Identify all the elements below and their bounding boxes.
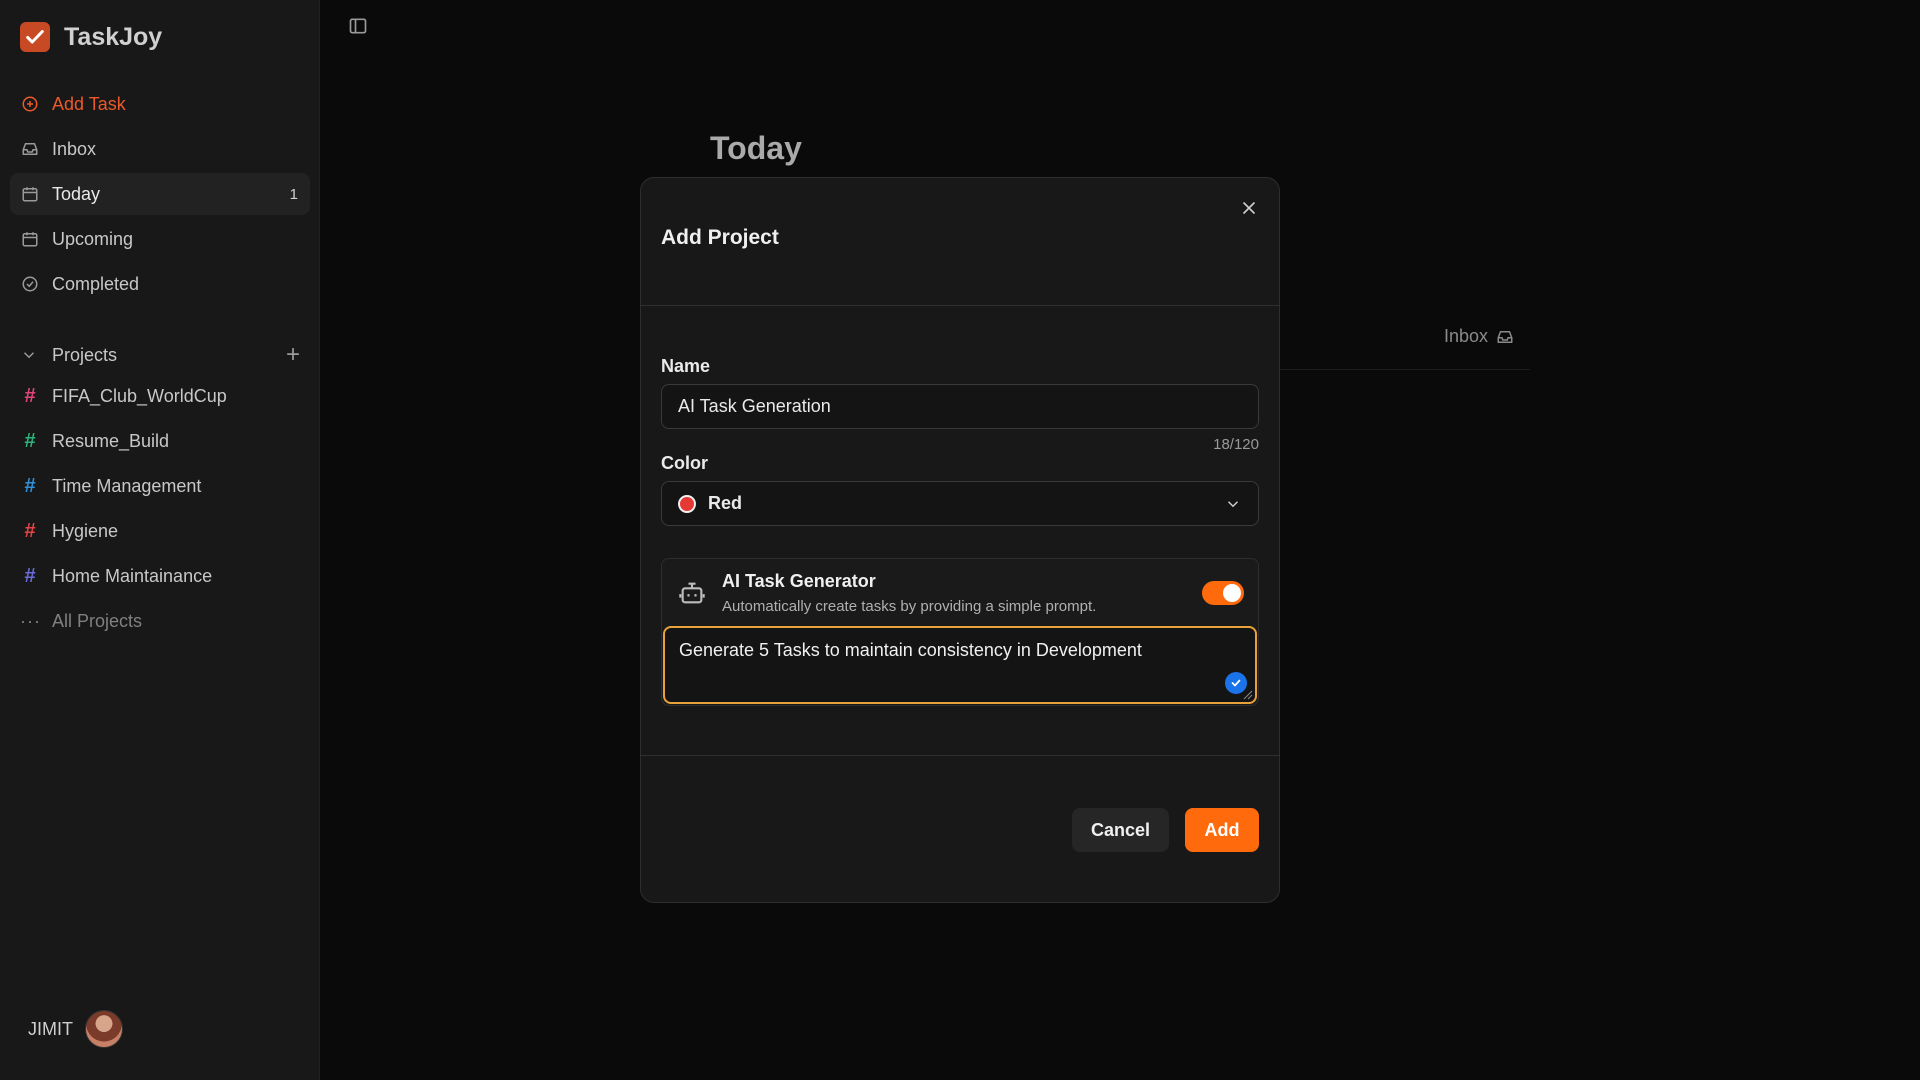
sidebar-item-all-projects[interactable]: ··· All Projects <box>10 600 310 642</box>
color-select-value: Red <box>708 493 743 513</box>
plus-circle-icon <box>20 94 40 114</box>
sidebar-item-today[interactable]: Today 1 <box>10 173 310 215</box>
add-project-dialog: Add Project Name AI Task Generation 18/1… <box>640 177 1280 903</box>
sidebar-item-completed[interactable]: Completed <box>10 263 310 305</box>
cancel-button[interactable]: Cancel <box>1072 808 1169 852</box>
inbox-icon <box>1496 328 1514 346</box>
hash-icon: # <box>24 564 36 587</box>
project-label: Home Maintainance <box>52 565 213 586</box>
projects-header[interactable]: Projects + <box>10 335 310 375</box>
ai-generator-subtitle: Automatically create tasks by providing … <box>722 598 1097 615</box>
toggle-knob <box>1223 584 1241 602</box>
today-count-badge: 1 <box>289 185 298 203</box>
divider <box>641 305 1279 306</box>
sidebar: TaskJoy Add Task Inbox Today 1 Upcoming … <box>0 0 320 1080</box>
sidebar-item-project[interactable]: # Hygiene <box>10 510 310 552</box>
inbox-link[interactable]: Inbox <box>1444 326 1514 347</box>
sidebar-item-upcoming[interactable]: Upcoming <box>10 218 310 260</box>
avatar[interactable] <box>85 1010 123 1048</box>
add-task-label: Add Task <box>52 93 126 114</box>
ai-generator-title: AI Task Generator <box>722 571 876 591</box>
name-input-value: AI Task Generation <box>678 396 831 416</box>
project-label: Time Management <box>52 475 202 496</box>
sidebar-item-project[interactable]: # Time Management <box>10 465 310 507</box>
sidebar-item-label: Completed <box>52 273 140 294</box>
red-color-swatch-icon <box>678 494 696 513</box>
page-title: Today <box>710 130 802 166</box>
divider <box>1280 369 1530 370</box>
project-label: All Projects <box>52 610 143 631</box>
check-circle-icon <box>20 274 40 294</box>
divider <box>641 755 1279 756</box>
projects-heading: Projects <box>52 344 118 365</box>
robot-icon <box>678 579 706 607</box>
ai-generator-toggle[interactable] <box>1202 581 1244 605</box>
user-profile[interactable]: JIMIT <box>28 1010 123 1048</box>
check-logo-icon <box>20 22 50 52</box>
ai-task-generator-card: AI Task Generator Automatically create t… <box>661 558 1259 706</box>
sidebar-item-project[interactable]: # FIFA_Club_WorldCup <box>10 375 310 417</box>
sidebar-item-label: Inbox <box>52 138 97 159</box>
sidebar-item-label: Today <box>52 183 101 204</box>
sidebar-toggle-icon[interactable] <box>348 16 368 36</box>
brand-name: TaskJoy <box>64 22 163 51</box>
project-list: # FIFA_Club_WorldCup # Resume_Build # Ti… <box>10 375 310 645</box>
calendar-grid-icon <box>20 229 40 249</box>
sidebar-item-project[interactable]: # Resume_Build <box>10 420 310 462</box>
hash-icon: # <box>24 429 36 452</box>
name-input[interactable]: AI Task Generation <box>661 384 1259 429</box>
character-counter: 18/120 <box>1213 436 1259 453</box>
inbox-icon <box>20 139 40 159</box>
name-label: Name <box>661 356 711 376</box>
ai-prompt-text: Generate 5 Tasks to maintain consistency… <box>679 640 1142 660</box>
hash-icon: # <box>24 384 36 407</box>
add-button[interactable]: Add <box>1185 808 1259 852</box>
chevron-down-icon <box>1224 495 1242 513</box>
color-select[interactable]: Red <box>661 481 1259 526</box>
user-name: JIMIT <box>28 1018 73 1039</box>
main-nav: Add Task Inbox Today 1 Upcoming Complete… <box>10 83 310 308</box>
ai-prompt-textarea[interactable]: Generate 5 Tasks to maintain consistency… <box>663 626 1257 704</box>
hash-icon: # <box>24 519 36 542</box>
project-label: FIFA_Club_WorldCup <box>52 385 227 406</box>
inbox-link-label: Inbox <box>1444 326 1489 346</box>
brand[interactable]: TaskJoy <box>20 22 162 52</box>
add-project-icon[interactable]: + <box>286 343 300 367</box>
calendar-icon <box>20 184 40 204</box>
sidebar-item-inbox[interactable]: Inbox <box>10 128 310 170</box>
hash-icon: # <box>24 474 36 497</box>
color-label: Color <box>661 453 708 473</box>
more-icon: ··· <box>20 610 41 631</box>
close-icon[interactable] <box>1239 198 1259 218</box>
project-label: Hygiene <box>52 520 119 541</box>
add-task-button[interactable]: Add Task <box>10 83 310 125</box>
chevron-down-icon[interactable] <box>20 346 40 364</box>
project-label: Resume_Build <box>52 430 170 451</box>
sidebar-item-project[interactable]: # Home Maintainance <box>10 555 310 597</box>
resize-handle-icon[interactable] <box>1243 690 1253 700</box>
sidebar-item-label: Upcoming <box>52 228 134 249</box>
dialog-title: Add Project <box>661 226 779 249</box>
